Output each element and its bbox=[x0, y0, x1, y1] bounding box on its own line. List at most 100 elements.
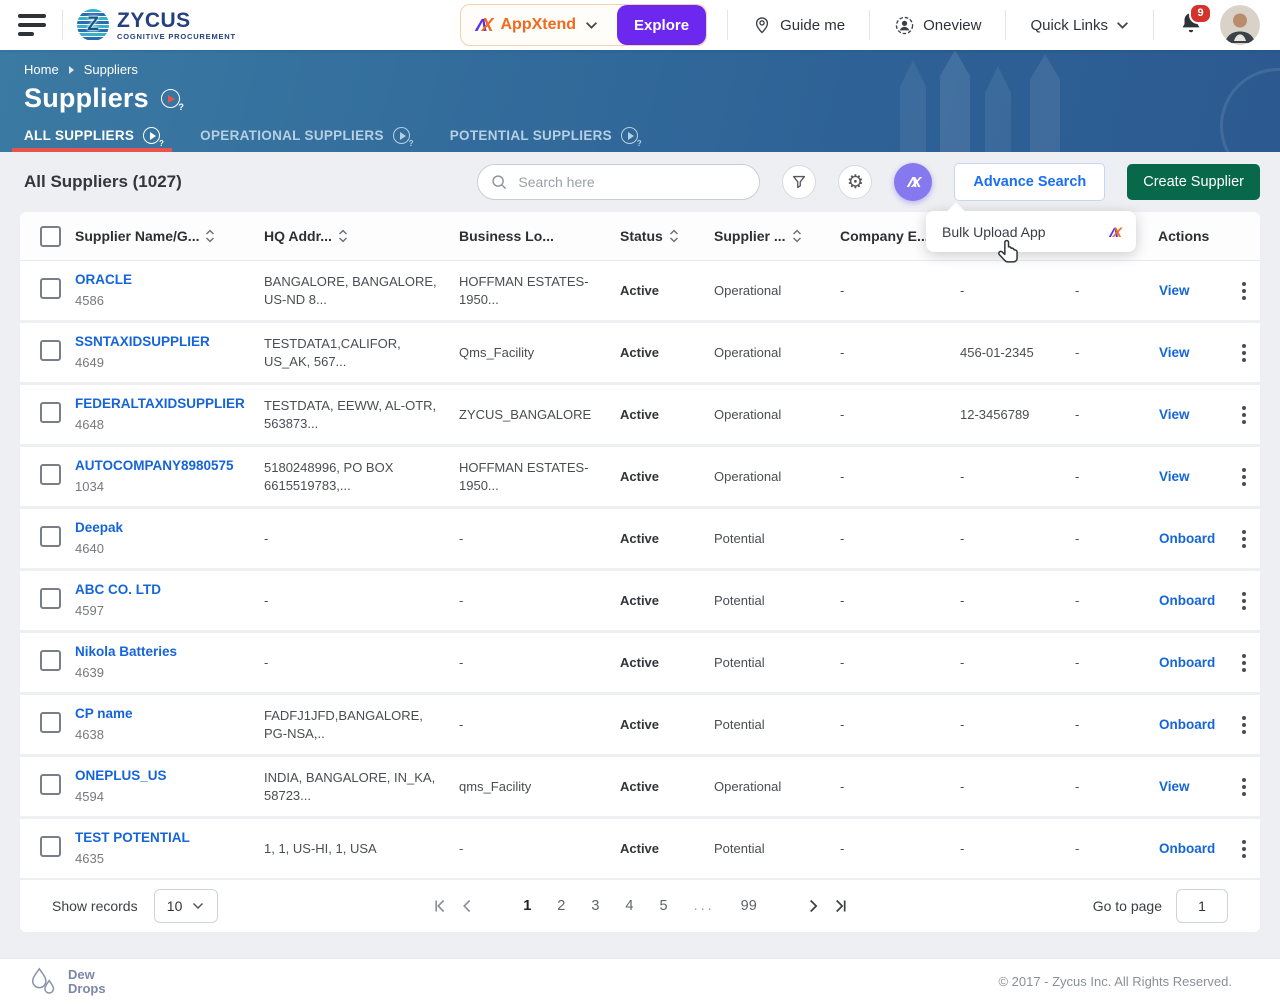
oneview-button[interactable]: Oneview bbox=[884, 15, 991, 36]
row-action-link[interactable]: View bbox=[1159, 344, 1190, 362]
row-action-link[interactable]: Onboard bbox=[1159, 530, 1215, 548]
row-menu-kebab-icon[interactable] bbox=[1236, 774, 1252, 800]
user-avatar[interactable] bbox=[1220, 5, 1260, 45]
row-checkbox[interactable] bbox=[20, 526, 75, 552]
page-number-99[interactable]: 99 bbox=[741, 898, 757, 914]
supplier-name-link[interactable]: CP name bbox=[75, 705, 250, 723]
appxtend-menu[interactable]: ΛX AppXtend Explore bbox=[460, 4, 707, 46]
row-action-link[interactable]: Onboard bbox=[1159, 716, 1215, 734]
row-menu-kebab-icon[interactable] bbox=[1236, 278, 1252, 304]
next-page-button[interactable] bbox=[799, 892, 827, 920]
page-number-1[interactable]: 1 bbox=[523, 898, 531, 914]
row-menu-kebab-icon[interactable] bbox=[1236, 464, 1252, 490]
row-checkbox[interactable] bbox=[20, 836, 75, 862]
row-action-link[interactable]: View bbox=[1159, 282, 1190, 300]
filter-funnel-icon bbox=[790, 173, 808, 191]
row-menu-kebab-icon[interactable] bbox=[1236, 526, 1252, 552]
advance-search-button[interactable]: Advance Search bbox=[954, 163, 1105, 201]
status-cell: Active bbox=[620, 778, 714, 796]
page-number-5[interactable]: 5 bbox=[660, 898, 668, 914]
hq-address-cell: 1, 1, US-HI, 1, USA bbox=[264, 840, 459, 858]
row-menu-kebab-icon[interactable] bbox=[1236, 712, 1252, 738]
hamburger-menu-icon[interactable] bbox=[18, 14, 48, 36]
page-number-2[interactable]: 2 bbox=[557, 898, 565, 914]
status-cell: Active bbox=[620, 592, 714, 610]
page-number-4[interactable]: 4 bbox=[625, 898, 633, 914]
page-size-select[interactable]: 10 bbox=[154, 889, 218, 923]
supplier-id: 4586 bbox=[75, 292, 250, 310]
row-checkbox[interactable] bbox=[20, 402, 75, 428]
supplier-name-link[interactable]: TEST POTENTIAL bbox=[75, 829, 250, 847]
row-menu-kebab-icon[interactable] bbox=[1236, 402, 1252, 428]
create-supplier-button[interactable]: Create Supplier bbox=[1127, 164, 1260, 200]
filter-button[interactable] bbox=[782, 165, 816, 199]
row-checkbox[interactable] bbox=[20, 278, 75, 304]
row-checkbox[interactable] bbox=[20, 774, 75, 800]
first-page-icon bbox=[431, 898, 447, 914]
breadcrumb-home[interactable]: Home bbox=[24, 62, 59, 77]
row-menu-kebab-icon[interactable] bbox=[1236, 836, 1252, 862]
col-header-supplier-type[interactable]: Supplier ... bbox=[714, 228, 840, 244]
page-number-3[interactable]: 3 bbox=[591, 898, 599, 914]
avatar-photo bbox=[1220, 5, 1260, 45]
extra-cell: - bbox=[1075, 716, 1140, 734]
table-row: SSNTAXIDSUPPLIER 4649 TESTDATA1,CALIFOR,… bbox=[20, 323, 1260, 382]
footer: Dew Drops © 2017 - Zycus Inc. All Rights… bbox=[0, 958, 1280, 1004]
search-box bbox=[477, 164, 760, 200]
row-action-link[interactable]: View bbox=[1159, 406, 1190, 424]
prev-page-button[interactable] bbox=[453, 892, 481, 920]
supplier-name-link[interactable]: ABC CO. LTD bbox=[75, 581, 250, 599]
supplier-name-link[interactable]: FEDERALTAXIDSUPPLIER bbox=[75, 395, 250, 413]
tax-id-cell: - bbox=[960, 282, 1075, 300]
last-page-button[interactable] bbox=[827, 892, 855, 920]
row-action-link[interactable]: View bbox=[1159, 778, 1190, 796]
row-checkbox[interactable] bbox=[20, 650, 75, 676]
goto-page-input[interactable] bbox=[1176, 889, 1228, 923]
row-menu-kebab-icon[interactable] bbox=[1236, 340, 1252, 366]
supplier-id: 4638 bbox=[75, 726, 250, 744]
row-action-link[interactable]: Onboard bbox=[1159, 840, 1215, 858]
zycus-logo[interactable]: ZYCUS COGNITIVE PROCUREMENT bbox=[77, 9, 236, 41]
tab-operational-suppliers[interactable]: OPERATIONAL SUPPLIERS bbox=[188, 119, 422, 152]
row-action-link[interactable]: Onboard bbox=[1159, 654, 1215, 672]
row-checkbox[interactable] bbox=[20, 588, 75, 614]
explore-button[interactable]: Explore bbox=[617, 5, 706, 45]
row-action-link[interactable]: Onboard bbox=[1159, 592, 1215, 610]
business-location-cell: qms_Facility bbox=[459, 778, 620, 796]
supplier-name-link[interactable]: AUTOCOMPANY8980575 bbox=[75, 457, 250, 475]
col-header-supplier-name[interactable]: Supplier Name/G... bbox=[75, 228, 264, 244]
supplier-name-link[interactable]: ORACLE bbox=[75, 271, 250, 289]
tab-all-suppliers[interactable]: ALL SUPPLIERS bbox=[12, 119, 172, 152]
col-header-hq-address[interactable]: HQ Addr... bbox=[264, 228, 459, 244]
row-action-link[interactable]: View bbox=[1159, 468, 1190, 486]
col-header-status[interactable]: Status bbox=[620, 228, 714, 244]
tab-tour-play-icon bbox=[621, 127, 638, 144]
settings-button[interactable]: ⚙ bbox=[838, 165, 872, 199]
row-menu-kebab-icon[interactable] bbox=[1236, 650, 1252, 676]
page-tour-play-icon[interactable] bbox=[161, 89, 180, 108]
first-page-button[interactable] bbox=[425, 892, 453, 920]
row-menu-kebab-icon[interactable] bbox=[1236, 588, 1252, 614]
supplier-name-link[interactable]: SSNTAXIDSUPPLIER bbox=[75, 333, 250, 351]
tab-potential-suppliers[interactable]: POTENTIAL SUPPLIERS bbox=[438, 119, 650, 152]
supplier-name-link[interactable]: Nikola Batteries bbox=[75, 643, 250, 661]
sort-icon bbox=[338, 229, 348, 243]
quick-links-label: Quick Links bbox=[1030, 17, 1108, 34]
extra-cell: - bbox=[1075, 778, 1140, 796]
extra-cell: - bbox=[1075, 406, 1140, 424]
row-checkbox[interactable] bbox=[20, 340, 75, 366]
supplier-name-link[interactable]: Deepak bbox=[75, 519, 250, 537]
quick-links-menu[interactable]: Quick Links bbox=[1020, 17, 1139, 34]
tax-id-cell: 456-01-2345 bbox=[960, 344, 1075, 362]
row-checkbox[interactable] bbox=[20, 712, 75, 738]
row-checkbox[interactable] bbox=[20, 464, 75, 490]
breadcrumb-suppliers[interactable]: Suppliers bbox=[84, 62, 138, 77]
select-all-checkbox[interactable] bbox=[20, 226, 75, 247]
sort-icon bbox=[792, 229, 802, 243]
supplier-name-link[interactable]: ONEPLUS_US bbox=[75, 767, 250, 785]
guide-me-button[interactable]: Guide me bbox=[742, 15, 855, 35]
bulk-upload-app-menu-item[interactable]: Bulk Upload App ΛX bbox=[926, 211, 1136, 252]
appxtend-apps-button[interactable]: ΛX bbox=[894, 163, 932, 201]
search-input[interactable] bbox=[516, 173, 747, 191]
notifications-button[interactable]: 9 bbox=[1178, 10, 1204, 41]
